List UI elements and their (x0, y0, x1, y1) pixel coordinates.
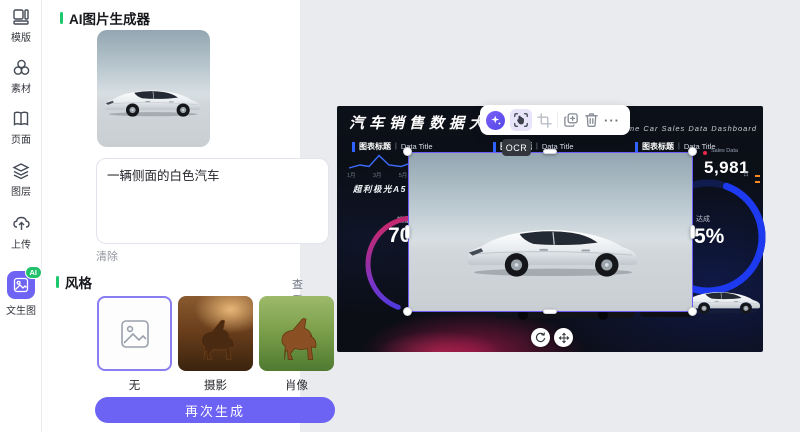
sidebar-item-label: 上传 (11, 236, 31, 251)
sidebar-item-layers[interactable]: 图层 (0, 162, 42, 198)
dashboard-subtitle: Home Car Sales Data Dashboard (616, 124, 757, 133)
ocr-button[interactable] (510, 109, 532, 131)
selected-generated-image[interactable] (408, 152, 693, 312)
prompt-textarea[interactable]: 一辆侧面的白色汽车 (96, 158, 329, 244)
rotate-button[interactable] (531, 328, 550, 347)
horse-figurine-image (187, 308, 243, 364)
ocr-tooltip: OCR (502, 139, 531, 156)
style-option-none[interactable] (97, 296, 172, 371)
style-option-photography[interactable] (178, 296, 253, 371)
layers-icon (12, 162, 30, 180)
resize-handle-top-right[interactable] (688, 147, 697, 156)
blue-accent-bar (352, 142, 355, 152)
toolbar-divider (557, 112, 558, 128)
card-header-divider: | (536, 143, 538, 150)
sidebar-item-label: 页面 (11, 131, 31, 146)
duplicate-button[interactable] (563, 112, 579, 128)
app-window: 模版 素材 页面 图层 上传 AI 文生图 AI图片生成 (0, 0, 800, 432)
crop-button[interactable] (537, 113, 552, 128)
upload-icon (12, 214, 31, 233)
selection-toolbar: ··· (480, 105, 630, 135)
car-model-name: 超利极光A5 (353, 183, 407, 195)
ai-badge: AI (25, 266, 43, 279)
sidebar-item-upload[interactable]: 上传 (0, 214, 42, 251)
blue-accent-bar (493, 142, 496, 152)
sidebar-item-label: 文生图 (6, 302, 36, 317)
pages-icon (12, 110, 30, 128)
car-image (101, 80, 205, 120)
style-option-portrait[interactable] (259, 296, 334, 371)
resize-handle-right[interactable] (690, 225, 695, 239)
sparkle-icon (490, 114, 502, 126)
axis-label: 3月 (373, 171, 382, 179)
card-header-zh: 图表标题 (359, 141, 391, 152)
generated-image-thumbnail[interactable] (97, 30, 210, 147)
text-to-image-icon: AI (7, 271, 35, 299)
horse-toy-image (267, 306, 325, 364)
rotate-icon (535, 332, 546, 343)
green-accent-bar (60, 12, 63, 24)
ai-generator-panel: AI图片生成器 一辆侧面的白色汽车 清除 风格 查看更多 无 摄影 肖像 再次生… (42, 0, 300, 432)
sidebar-item-pages[interactable]: 页面 (0, 110, 42, 146)
icon-rail: 模版 素材 页面 图层 上传 AI 文生图 (0, 0, 42, 432)
legend-dot (703, 151, 707, 155)
resize-handle-bottom-left[interactable] (403, 307, 412, 316)
style-option-label: 摄影 (178, 377, 253, 393)
right-metric-label: 达成 (696, 214, 710, 224)
resize-handle-top[interactable] (543, 149, 557, 154)
decor-tick (755, 181, 760, 183)
style-title: 风格 (65, 272, 92, 292)
blue-accent-bar (635, 142, 638, 152)
sidebar-item-templates[interactable]: 模版 (0, 8, 42, 44)
car-image (460, 213, 646, 281)
generate-again-button[interactable]: 再次生成 (95, 397, 335, 423)
resize-handle-top-left[interactable] (403, 147, 412, 156)
duplicate-icon (563, 112, 579, 128)
style-section-header: 风格 (56, 272, 92, 292)
sidebar-item-text-to-image[interactable]: AI 文生图 (0, 271, 42, 317)
crop-icon (537, 113, 552, 128)
card-header-divider: | (678, 143, 680, 150)
ai-sparkle-button[interactable] (486, 111, 505, 130)
style-option-label: 无 (97, 377, 172, 393)
resize-handle-bottom-right[interactable] (688, 307, 697, 316)
move-button[interactable] (554, 328, 573, 347)
card-header-divider: | (395, 143, 397, 150)
more-button[interactable]: ··· (604, 113, 620, 128)
chart-card-header-left: 图表标题 | Data Title (352, 141, 433, 152)
template-icon (12, 8, 30, 26)
resize-handle-bottom[interactable] (543, 309, 557, 314)
axis-label: 1月 (347, 171, 356, 179)
panel-header: AI图片生成器 (60, 8, 150, 28)
sidebar-item-assets[interactable]: 素材 (0, 58, 42, 95)
move-icon (558, 332, 570, 344)
sidebar-item-label: 素材 (11, 80, 31, 95)
right-metric-value: 5% (694, 225, 724, 249)
card-header-zh: 图表标题 (642, 141, 674, 152)
style-option-label: 肖像 (259, 377, 334, 393)
delete-button[interactable] (584, 112, 599, 128)
clear-button[interactable]: 清除 (96, 248, 118, 264)
decor-tick (755, 175, 760, 177)
ocr-scan-hand-icon (513, 112, 529, 128)
sidebar-item-label: 模版 (11, 29, 31, 44)
sidebar-item-label: 图层 (11, 183, 31, 198)
image-placeholder-icon (120, 319, 150, 349)
panel-title: AI图片生成器 (69, 8, 150, 28)
sales-unit: 台 (743, 169, 749, 178)
trash-icon (584, 112, 599, 128)
green-accent-bar (56, 276, 59, 288)
resize-handle-left[interactable] (405, 225, 410, 239)
legend-label: Sales Data (711, 148, 738, 154)
axis-label: 5月 (399, 171, 408, 179)
assets-icon (12, 58, 31, 77)
